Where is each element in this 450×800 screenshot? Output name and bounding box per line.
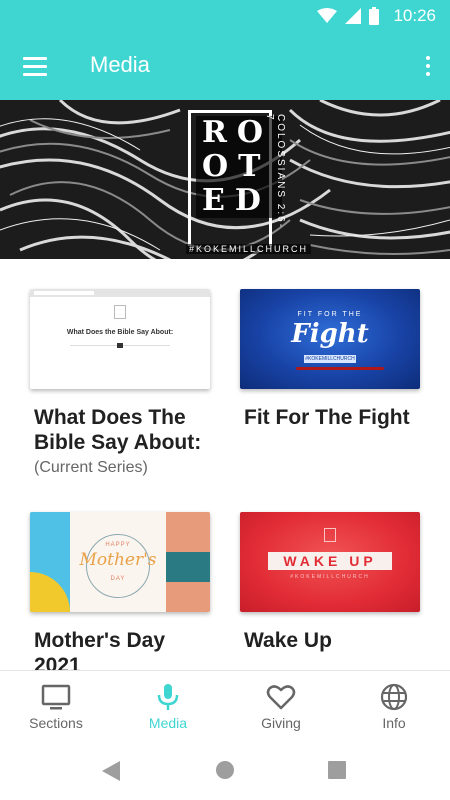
nav-label: Giving — [261, 715, 301, 731]
media-card[interactable]: HAPPY Mother's DAY Mother's Day 2021 — [30, 512, 210, 670]
overflow-menu-icon[interactable] — [418, 48, 438, 84]
back-icon[interactable] — [100, 760, 122, 782]
microphone-icon — [157, 684, 179, 710]
system-navigation-bar — [0, 742, 450, 800]
nav-label: Sections — [29, 715, 83, 731]
media-grid: What Does the Bible Say About: What Does… — [0, 259, 450, 670]
status-time: 10:26 — [393, 6, 436, 25]
media-card-subtitle: (Current Series) — [34, 459, 148, 476]
wifi-icon — [317, 8, 338, 23]
tv-icon — [41, 684, 71, 710]
hero-series-title: RO OT ED — [196, 116, 282, 218]
media-card-title: Mother's Day 2021 — [34, 629, 166, 670]
hero-hashtag: #KOKEMILLCHURCH — [186, 244, 312, 254]
recents-icon[interactable] — [328, 761, 346, 779]
nav-item-info[interactable]: Info — [338, 671, 450, 743]
hero-banner[interactable]: RO OT ED COLOSSIANS 2:6-7 #KOKEMILLCHURC… — [0, 100, 450, 259]
status-bar: 10:26 — [0, 0, 450, 32]
media-card-title: Fit For The Fight — [244, 406, 410, 429]
app-toolbar: Media — [0, 32, 450, 100]
media-card-thumbnail: WAKE UP #KOKEMILLCHURCH — [240, 512, 420, 612]
heart-icon — [266, 685, 296, 710]
home-icon[interactable] — [215, 760, 235, 780]
bottom-navigation: Sections Media Giving Info — [0, 670, 450, 742]
media-card-title: Wake Up — [244, 629, 332, 652]
media-card[interactable]: FIT FOR THE Fight #KOKEMILLCHURCH Fit Fo… — [240, 289, 420, 430]
nav-label: Media — [148, 715, 188, 731]
media-card[interactable]: WAKE UP #KOKEMILLCHURCH Wake Up — [240, 512, 420, 653]
nav-item-sections[interactable]: Sections — [0, 671, 112, 743]
media-card-title: What Does The Bible Say About: — [34, 406, 202, 454]
nav-item-media[interactable]: Media — [112, 671, 224, 743]
media-card[interactable]: What Does the Bible Say About: What Does… — [30, 289, 210, 477]
battery-icon — [369, 7, 380, 25]
media-card-thumbnail: HAPPY Mother's DAY — [30, 512, 210, 612]
status-icons: 10:26 — [317, 6, 436, 26]
media-card-thumbnail: FIT FOR THE Fight #KOKEMILLCHURCH — [240, 289, 420, 389]
page-title: Media — [90, 52, 150, 77]
hamburger-menu-icon[interactable] — [14, 46, 56, 86]
media-card-thumbnail: What Does the Bible Say About: — [30, 289, 210, 389]
globe-icon — [380, 683, 408, 711]
nav-item-giving[interactable]: Giving — [225, 671, 337, 743]
cell-signal-icon — [345, 8, 362, 24]
hero-scripture-ref: COLOSSIANS 2:6-7 — [264, 114, 286, 230]
nav-label: Info — [382, 715, 406, 731]
